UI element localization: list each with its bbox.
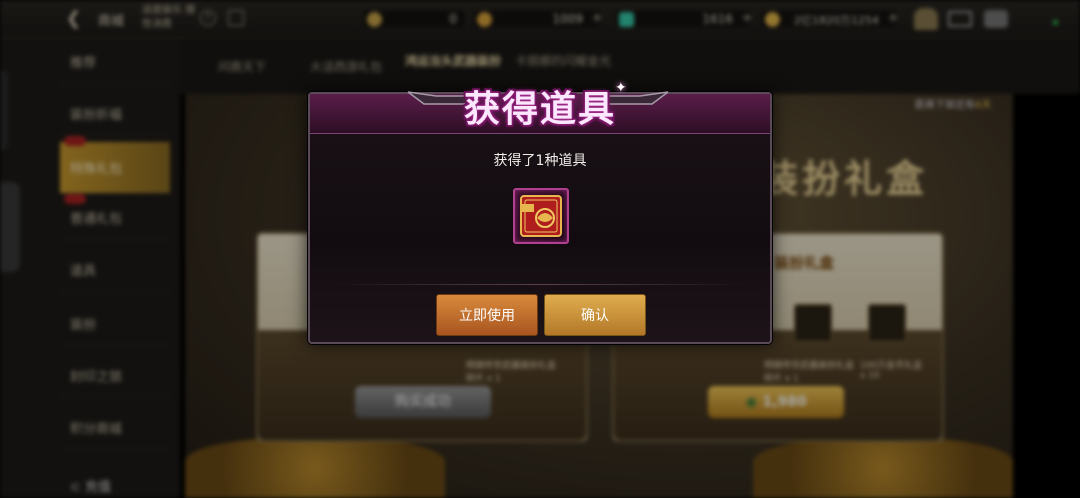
sparkle-icon: ✦ xyxy=(615,80,627,96)
obtained-item-slot[interactable] xyxy=(513,188,569,244)
use-now-button[interactable]: 立即使用 xyxy=(436,294,538,336)
red-ticket-voucher-icon xyxy=(520,195,562,237)
item-obtained-dialog: 获得道具 ✦ 获得了1种道具 立即使用 确认 xyxy=(308,80,772,344)
dialog-title: 获得道具 xyxy=(463,89,616,130)
dialog-message: 获得了1种道具 xyxy=(493,153,587,169)
divider xyxy=(330,284,750,285)
confirm-button[interactable]: 确认 xyxy=(544,294,646,336)
